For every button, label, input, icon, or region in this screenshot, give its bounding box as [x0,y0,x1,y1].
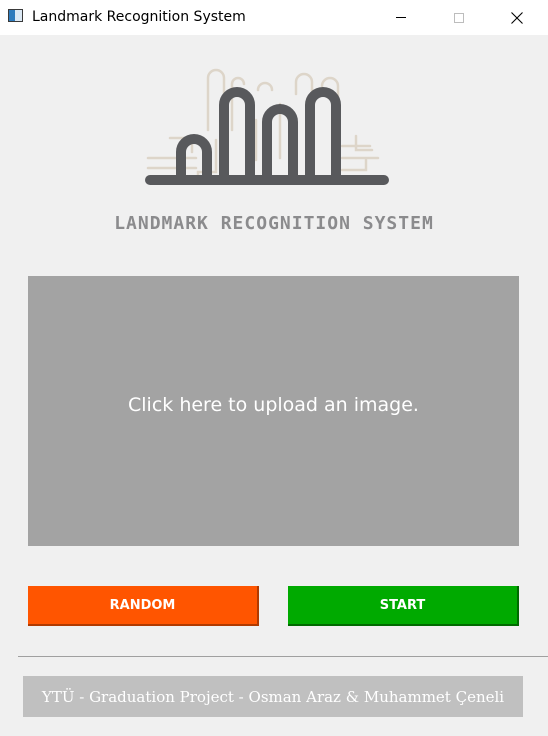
window-title: Landmark Recognition System [32,9,246,25]
divider [18,656,548,657]
maximize-icon [454,12,464,23]
close-icon [511,11,523,24]
minimize-button[interactable] [378,0,424,35]
minimize-icon [396,17,406,18]
close-button[interactable] [494,0,540,35]
app-window-icon [8,9,23,22]
maximize-button[interactable] [436,0,482,35]
image-upload-area[interactable]: Click here to upload an image. [28,276,519,546]
footer-credits: YTÜ - Graduation Project - Osman Araz & … [41,687,505,706]
landmark-arches-logo [145,68,389,185]
start-button[interactable]: START [288,586,519,626]
app-heading: LANDMARK RECOGNITION SYSTEM [114,213,434,234]
title-bar[interactable]: Landmark Recognition System [0,0,548,35]
random-button[interactable]: RANDOM [28,586,259,626]
footer-banner: YTÜ - Graduation Project - Osman Araz & … [23,676,523,717]
upload-prompt: Click here to upload an image. [128,394,419,416]
